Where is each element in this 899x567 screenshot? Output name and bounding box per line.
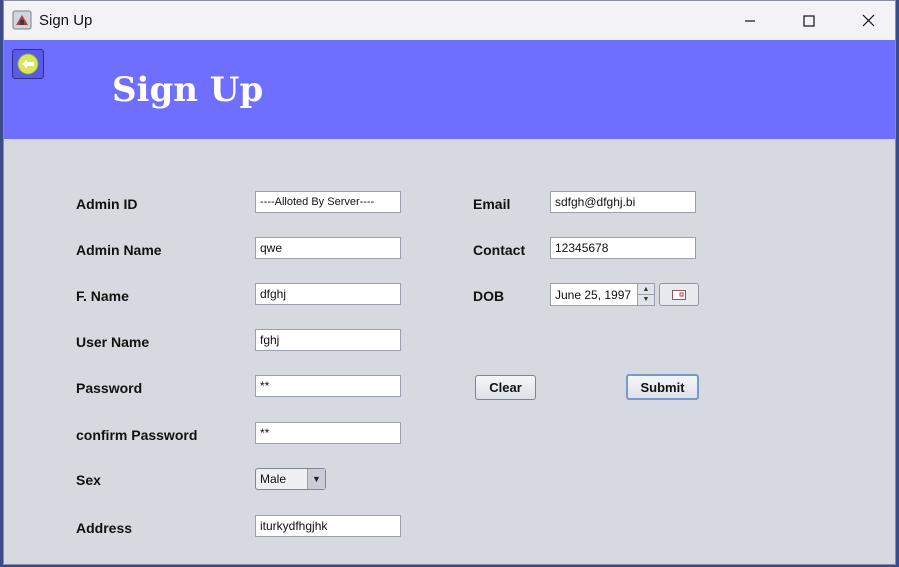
spin-down-icon[interactable]: ▼ xyxy=(638,294,654,304)
minimize-button[interactable] xyxy=(721,1,779,40)
title-bar: Sign Up xyxy=(4,1,895,40)
window-title: Sign Up xyxy=(39,12,93,29)
sex-select[interactable]: Male ▼ xyxy=(255,468,326,490)
admin-name-label: Admin Name xyxy=(76,242,162,258)
contact-label: Contact xyxy=(473,242,526,258)
dob-spinner[interactable]: June 25, 1997 ▲ ▼ xyxy=(550,283,655,306)
address-label: Address xyxy=(76,520,133,536)
contact-field[interactable]: 12345678 xyxy=(550,237,696,259)
user-name-label: User Name xyxy=(76,334,150,350)
confirm-password-label: confirm Password xyxy=(76,427,198,443)
address-field[interactable]: iturkydfhgjhk xyxy=(255,515,401,537)
calendar-button[interactable] xyxy=(659,283,699,306)
email-field[interactable]: sdfgh@dfghj.bi xyxy=(550,191,696,213)
clear-button[interactable]: Clear xyxy=(475,375,536,400)
sex-label: Sex xyxy=(76,472,101,488)
f-name-label: F. Name xyxy=(76,288,129,304)
maximize-icon xyxy=(803,14,815,27)
maximize-button[interactable] xyxy=(780,1,838,40)
password-label: Password xyxy=(76,380,143,396)
admin-id-field[interactable]: ----Alloted By Server---- xyxy=(255,191,401,213)
back-arrow-icon xyxy=(17,53,39,75)
dob-label: DOB xyxy=(473,288,505,304)
dob-value: June 25, 1997 xyxy=(555,288,632,302)
header-banner: Sign Up xyxy=(4,40,895,139)
confirm-password-field[interactable]: ** xyxy=(255,422,401,444)
close-icon xyxy=(862,14,874,27)
admin-id-label: Admin ID xyxy=(76,196,138,212)
email-label: Email xyxy=(473,196,511,212)
chevron-down-icon[interactable]: ▼ xyxy=(307,469,325,489)
dob-spinner-buttons: ▲ ▼ xyxy=(637,284,654,305)
minimize-icon xyxy=(745,19,755,22)
java-app-icon xyxy=(12,10,32,30)
user-name-field[interactable]: fghj xyxy=(255,329,401,351)
back-button[interactable] xyxy=(12,49,44,79)
submit-button[interactable]: Submit xyxy=(626,374,699,400)
close-button[interactable] xyxy=(839,1,895,40)
admin-name-field[interactable]: qwe xyxy=(255,237,401,259)
calendar-icon xyxy=(672,289,686,300)
page-title: Sign Up xyxy=(112,70,264,110)
signup-window: Sign Up Sign Up Admin ID Admin Name F. N… xyxy=(3,0,896,565)
f-name-field[interactable]: dfghj xyxy=(255,283,401,305)
sex-select-value: Male xyxy=(260,472,287,486)
password-field[interactable]: ** xyxy=(255,375,401,397)
